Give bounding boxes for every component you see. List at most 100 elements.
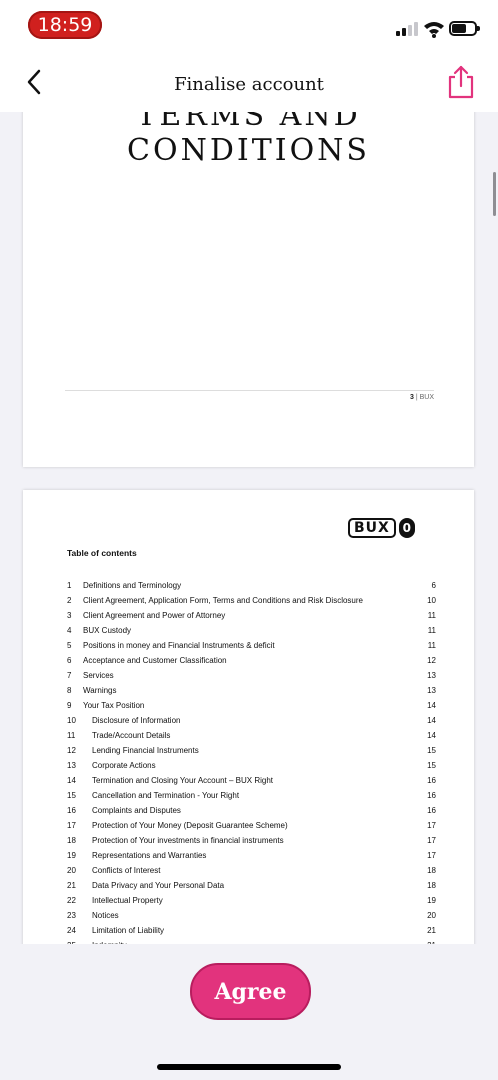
toc-page-number: 21 bbox=[427, 926, 436, 935]
toc-number: 4 bbox=[67, 626, 72, 635]
toc-number: 19 bbox=[67, 851, 76, 860]
toc-label: Conflicts of Interest bbox=[92, 866, 161, 875]
toc-number: 2 bbox=[67, 596, 72, 605]
page-footer-divider bbox=[65, 390, 434, 391]
toc-row[interactable]: 5 Positions in money and Financial Instru… bbox=[67, 638, 436, 653]
toc-title: Table of contents bbox=[67, 548, 137, 558]
toc-number: 6 bbox=[67, 656, 72, 665]
toc-row[interactable]: 24 Limitation of Liability 21 bbox=[67, 923, 436, 938]
toc-page-number: 12 bbox=[427, 656, 436, 665]
toc-number: 14 bbox=[67, 776, 76, 785]
toc-page-number: 13 bbox=[427, 671, 436, 680]
home-indicator[interactable] bbox=[157, 1064, 341, 1070]
agree-button[interactable]: Agree bbox=[190, 963, 311, 1020]
share-icon[interactable] bbox=[445, 64, 477, 100]
battery-icon bbox=[449, 21, 480, 36]
toc-row[interactable]: 6 Acceptance and Customer Classification 1… bbox=[67, 653, 436, 668]
toc-label: Intellectual Property bbox=[92, 896, 163, 905]
table-of-contents: 1 Definitions and Terminology 6 2 Client Agr… bbox=[67, 578, 436, 944]
toc-number: 18 bbox=[67, 836, 76, 845]
wifi-icon bbox=[424, 22, 444, 38]
toc-label: Protection of Your Money (Deposit Guaran… bbox=[92, 821, 288, 830]
toc-page-number: 15 bbox=[427, 761, 436, 770]
page-number-value: 3 bbox=[409, 394, 414, 401]
toc-page-number: 18 bbox=[427, 866, 436, 875]
toc-row[interactable]: 4 BUX Custody 11 bbox=[67, 623, 436, 638]
status-bar: 18:59 bbox=[0, 0, 498, 50]
toc-label: Positions in money and Financial Instrum… bbox=[83, 641, 275, 650]
toc-row[interactable]: 10 Disclosure of Information 14 bbox=[67, 713, 436, 728]
toc-label: Definitions and Terminology bbox=[83, 581, 182, 590]
toc-row[interactable]: 16 Complaints and Disputes 16 bbox=[67, 803, 436, 818]
toc-row[interactable]: 3 Client Agreement and Power of Attorney 1… bbox=[67, 608, 436, 623]
toc-row[interactable]: 18 Protection of Your investments in fina… bbox=[67, 833, 436, 848]
toc-page-number: 10 bbox=[427, 596, 436, 605]
toc-label: Warnings bbox=[83, 686, 117, 695]
toc-row[interactable]: 13 Corporate Actions 15 bbox=[67, 758, 436, 773]
toc-label: Services bbox=[83, 671, 114, 680]
toc-row[interactable]: 22 Intellectual Property 19 bbox=[67, 893, 436, 908]
toc-number: 17 bbox=[67, 821, 76, 830]
toc-row[interactable]: 20 Conflicts of Interest 18 bbox=[67, 863, 436, 878]
toc-row[interactable]: 7 Services 13 bbox=[67, 668, 436, 683]
toc-row[interactable]: 15 Cancellation and Termination - Your Ri… bbox=[67, 788, 436, 803]
toc-number: 3 bbox=[67, 611, 72, 620]
toc-number: 9 bbox=[67, 701, 72, 710]
document-page: TERMS AND CONDITIONS 3 | BUX bbox=[23, 112, 474, 467]
toc-page-number: 18 bbox=[427, 881, 436, 890]
page-number: 3 | BUX bbox=[409, 394, 434, 401]
toc-row[interactable]: 8 Warnings 13 bbox=[67, 683, 436, 698]
page-title: Finalise account bbox=[174, 74, 324, 95]
toc-label: Corporate Actions bbox=[92, 761, 156, 770]
page-footer-brand: BUX bbox=[419, 394, 434, 401]
toc-label: Client Agreement and Power of Attorney bbox=[83, 611, 226, 620]
toc-page-number: 14 bbox=[427, 716, 436, 725]
toc-row[interactable]: 2 Client Agreement, Application Form, Ter… bbox=[67, 593, 436, 608]
toc-row[interactable]: 19 Representations and Warranties 17 bbox=[67, 848, 436, 863]
toc-label: Acceptance and Customer Classification bbox=[83, 656, 227, 665]
toc-number: 21 bbox=[67, 881, 76, 890]
toc-page-number: 17 bbox=[427, 836, 436, 845]
toc-row[interactable]: 23 Notices 20 bbox=[67, 908, 436, 923]
toc-row[interactable]: 12 Lending Financial Instruments 15 bbox=[67, 743, 436, 758]
signal-icon bbox=[396, 22, 420, 36]
toc-page-number: 17 bbox=[427, 821, 436, 830]
scrollbar[interactable] bbox=[493, 172, 496, 216]
toc-row[interactable]: 1 Definitions and Terminology 6 bbox=[67, 578, 436, 593]
bux-logo: BUX 0 bbox=[348, 517, 415, 539]
status-time[interactable]: 18:59 bbox=[28, 11, 102, 39]
toc-row[interactable]: 14 Termination and Closing Your Account –… bbox=[67, 773, 436, 788]
toc-page-number: 16 bbox=[427, 776, 436, 785]
document-viewer[interactable]: TERMS AND CONDITIONS 3 | BUX BUX 0 Table… bbox=[0, 112, 498, 944]
toc-page-number: 13 bbox=[427, 686, 436, 695]
nav-bar: Finalise account bbox=[0, 50, 498, 112]
toc-page-number: 16 bbox=[427, 791, 436, 800]
toc-number: 13 bbox=[67, 761, 76, 770]
bux-logo-mark: 0 bbox=[398, 518, 415, 538]
toc-page-number: 15 bbox=[427, 746, 436, 755]
toc-row[interactable]: 17 Protection of Your Money (Deposit Guar… bbox=[67, 818, 436, 833]
toc-row[interactable]: 21 Data Privacy and Your Personal Data 18 bbox=[67, 878, 436, 893]
toc-label: Complaints and Disputes bbox=[92, 806, 181, 815]
toc-number: 15 bbox=[67, 791, 76, 800]
toc-number: 7 bbox=[67, 671, 72, 680]
toc-page-number: 6 bbox=[431, 581, 436, 590]
toc-number: 20 bbox=[67, 866, 76, 875]
toc-number: 24 bbox=[67, 926, 76, 935]
bottom-bar: Agree bbox=[0, 944, 498, 1080]
toc-page-number: 11 bbox=[427, 641, 436, 650]
toc-number: 1 bbox=[67, 581, 72, 590]
document-page: BUX 0 Table of contents 1 Definitions and… bbox=[23, 490, 474, 944]
toc-page-number: 19 bbox=[427, 896, 436, 905]
toc-number: 5 bbox=[67, 641, 72, 650]
toc-row[interactable]: 11 Trade/Account Details 14 bbox=[67, 728, 436, 743]
toc-number: 10 bbox=[67, 716, 76, 725]
toc-label: Representations and Warranties bbox=[92, 851, 207, 860]
toc-row[interactable]: 9 Your Tax Position 14 bbox=[67, 698, 436, 713]
toc-page-number: 14 bbox=[427, 701, 436, 710]
toc-label: Your Tax Position bbox=[83, 701, 145, 710]
toc-label: Lending Financial Instruments bbox=[92, 746, 199, 755]
toc-number: 8 bbox=[67, 686, 72, 695]
toc-label: Data Privacy and Your Personal Data bbox=[92, 881, 225, 890]
toc-page-number: 11 bbox=[427, 611, 436, 620]
